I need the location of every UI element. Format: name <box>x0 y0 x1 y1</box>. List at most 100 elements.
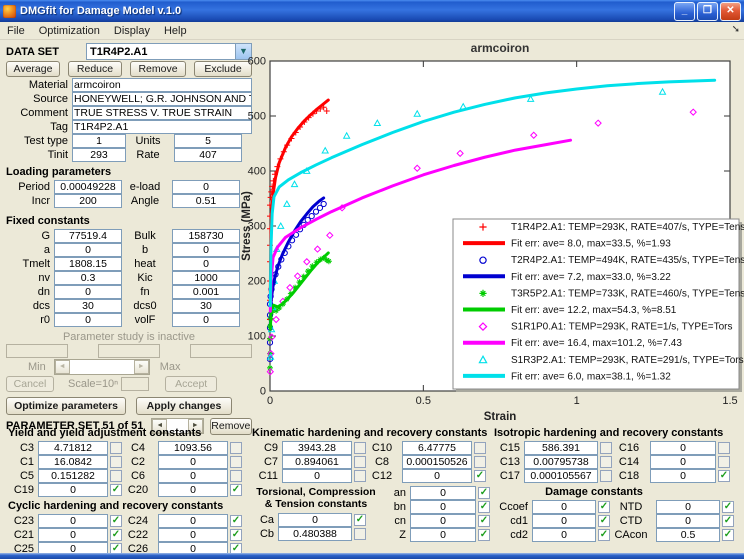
isotropic-C13-checkbox[interactable] <box>600 456 612 468</box>
torsional-field-Z[interactable]: 0 <box>410 528 476 542</box>
damage-field-CAcon[interactable]: 0.5 <box>656 528 720 542</box>
restore-button[interactable]: ❐ <box>697 2 718 21</box>
cyclic-C21-checkbox[interactable]: ✓ <box>110 529 122 541</box>
damage-CAcon-checkbox[interactable]: ✓ <box>722 529 734 541</box>
torsional-field-Ca[interactable]: 0 <box>278 513 352 527</box>
reduce-button[interactable]: Reduce <box>68 61 122 77</box>
menu-optimization[interactable]: Optimization <box>32 24 107 38</box>
damage-field-cd2[interactable]: 0 <box>532 528 596 542</box>
torsional-Cb-checkbox[interactable] <box>354 528 366 540</box>
yield-C6-checkbox[interactable] <box>230 470 242 482</box>
kinematic-field-C11[interactable]: 0 <box>282 469 352 483</box>
apply-changes-button[interactable]: Apply changes <box>136 397 232 415</box>
damage-CTD-checkbox[interactable]: ✓ <box>722 515 734 527</box>
fixed-field-dcs0[interactable]: 30 <box>172 299 240 313</box>
cyclic-field-C24[interactable]: 0 <box>158 514 228 528</box>
yield-C20-checkbox[interactable]: ✓ <box>230 484 242 496</box>
kinematic-field-C10[interactable]: 6.47775 <box>402 441 472 455</box>
yield-C3-checkbox[interactable] <box>110 442 122 454</box>
damage-field-cd1[interactable]: 0 <box>532 514 596 528</box>
fixed-field-dcs[interactable]: 30 <box>54 299 122 313</box>
yield-C5-checkbox[interactable] <box>110 470 122 482</box>
damage-cd2-checkbox[interactable]: ✓ <box>598 529 610 541</box>
yield-C2-checkbox[interactable] <box>230 456 242 468</box>
torsional-Z-checkbox[interactable]: ✓ <box>478 529 490 541</box>
fixed-field-fn[interactable]: 0.001 <box>172 285 240 299</box>
field-comment[interactable]: TRUE STRESS V. TRUE STRAIN <box>72 106 252 120</box>
isotropic-C14-checkbox[interactable] <box>718 456 730 468</box>
dataset-combo[interactable]: T1R4P2.A1 ▼ <box>86 43 252 60</box>
torsional-field-Cb[interactable]: 0.480388 <box>278 527 352 541</box>
yield-field-C1[interactable]: 16.0842 <box>38 455 108 469</box>
kinematic-C11-checkbox[interactable] <box>354 470 366 482</box>
kinematic-field-C12[interactable]: 0 <box>402 469 472 483</box>
dataset-field-Rate[interactable]: 407 <box>174 148 242 162</box>
yield-C1-checkbox[interactable] <box>110 456 122 468</box>
kinematic-C9-checkbox[interactable] <box>354 442 366 454</box>
isotropic-C15-checkbox[interactable] <box>600 442 612 454</box>
yield-field-C2[interactable]: 0 <box>158 455 228 469</box>
field-material[interactable]: armcoiron <box>72 78 252 92</box>
loading-field-e-load[interactable]: 0 <box>172 180 240 194</box>
fixed-field-a[interactable]: 0 <box>54 243 122 257</box>
dataset-field-Units[interactable]: 5 <box>174 134 242 148</box>
loading-field-Angle[interactable]: 0.51 <box>172 194 240 208</box>
menu-display[interactable]: Display <box>107 24 157 38</box>
fixed-field-Bulk[interactable]: 158730 <box>172 229 240 243</box>
damage-Ccoef-checkbox[interactable]: ✓ <box>598 501 610 513</box>
kinematic-C12-checkbox[interactable]: ✓ <box>474 470 486 482</box>
kinematic-field-C7[interactable]: 0.894061 <box>282 455 352 469</box>
fixed-field-heat[interactable]: 0 <box>172 257 240 271</box>
damage-field-CTD[interactable]: 0 <box>656 514 720 528</box>
menu-help[interactable]: Help <box>157 24 194 38</box>
torsional-field-an[interactable]: 0 <box>410 486 476 500</box>
cyclic-C23-checkbox[interactable]: ✓ <box>110 515 122 527</box>
cyclic-field-C23[interactable]: 0 <box>38 514 108 528</box>
yield-field-C3[interactable]: 4.71812 <box>38 441 108 455</box>
yield-C4-checkbox[interactable] <box>230 442 242 454</box>
fixed-field-r0[interactable]: 0 <box>54 313 122 327</box>
kinematic-C8-checkbox[interactable] <box>474 456 486 468</box>
fixed-field-Tmelt[interactable]: 1808.15 <box>54 257 122 271</box>
menu-file[interactable]: File <box>0 24 32 38</box>
torsional-an-checkbox[interactable]: ✓ <box>478 487 490 499</box>
loading-field-Incr[interactable]: 200 <box>54 194 122 208</box>
loading-field-Period[interactable]: 0.00049228 <box>54 180 122 194</box>
kinematic-field-C8[interactable]: 0.000150526 <box>402 455 472 469</box>
cyclic-field-C22[interactable]: 0 <box>158 528 228 542</box>
kinematic-C10-checkbox[interactable] <box>474 442 486 454</box>
fixed-field-Kic[interactable]: 1000 <box>172 271 240 285</box>
dock-figure-icon[interactable]: ➘ <box>732 24 740 35</box>
damage-cd1-checkbox[interactable]: ✓ <box>598 515 610 527</box>
torsional-cn-checkbox[interactable]: ✓ <box>478 515 490 527</box>
isotropic-field-C16[interactable]: 0 <box>650 441 716 455</box>
damage-field-Ccoef[interactable]: 0 <box>532 500 596 514</box>
isotropic-field-C17[interactable]: 0.000105567 <box>524 469 598 483</box>
torsional-field-cn[interactable]: 0 <box>410 514 476 528</box>
yield-field-C4[interactable]: 1093.56 <box>158 441 228 455</box>
field-tag[interactable]: T1R4P2.A1 <box>72 120 252 134</box>
isotropic-C16-checkbox[interactable] <box>718 442 730 454</box>
yield-C19-checkbox[interactable]: ✓ <box>110 484 122 496</box>
kinematic-C7-checkbox[interactable] <box>354 456 366 468</box>
yield-field-C5[interactable]: 0.151282 <box>38 469 108 483</box>
isotropic-field-C15[interactable]: 586.391 <box>524 441 598 455</box>
field-source[interactable]: HONEYWELL; G.R. JOHNSON AND T. <box>72 92 252 106</box>
isotropic-C17-checkbox[interactable] <box>600 470 612 482</box>
cyclic-C24-checkbox[interactable]: ✓ <box>230 515 242 527</box>
optimize-parameters-button[interactable]: Optimize parameters <box>6 397 126 415</box>
dataset-field-Tinit[interactable]: 293 <box>72 148 126 162</box>
fixed-field-G[interactable]: 77519.4 <box>54 229 122 243</box>
cyclic-C22-checkbox[interactable]: ✓ <box>230 529 242 541</box>
average-button[interactable]: Average <box>6 61 60 77</box>
close-button[interactable]: ✕ <box>720 2 741 21</box>
damage-field-NTD[interactable]: 0 <box>656 500 720 514</box>
torsional-bn-checkbox[interactable]: ✓ <box>478 501 490 513</box>
cyclic-field-C21[interactable]: 0 <box>38 528 108 542</box>
yield-field-C6[interactable]: 0 <box>158 469 228 483</box>
torsional-field-bn[interactable]: 0 <box>410 500 476 514</box>
yield-field-C20[interactable]: 0 <box>158 483 228 497</box>
isotropic-C18-checkbox[interactable]: ✓ <box>718 470 730 482</box>
remove-button[interactable]: Remove <box>130 61 186 77</box>
isotropic-field-C14[interactable]: 0 <box>650 455 716 469</box>
